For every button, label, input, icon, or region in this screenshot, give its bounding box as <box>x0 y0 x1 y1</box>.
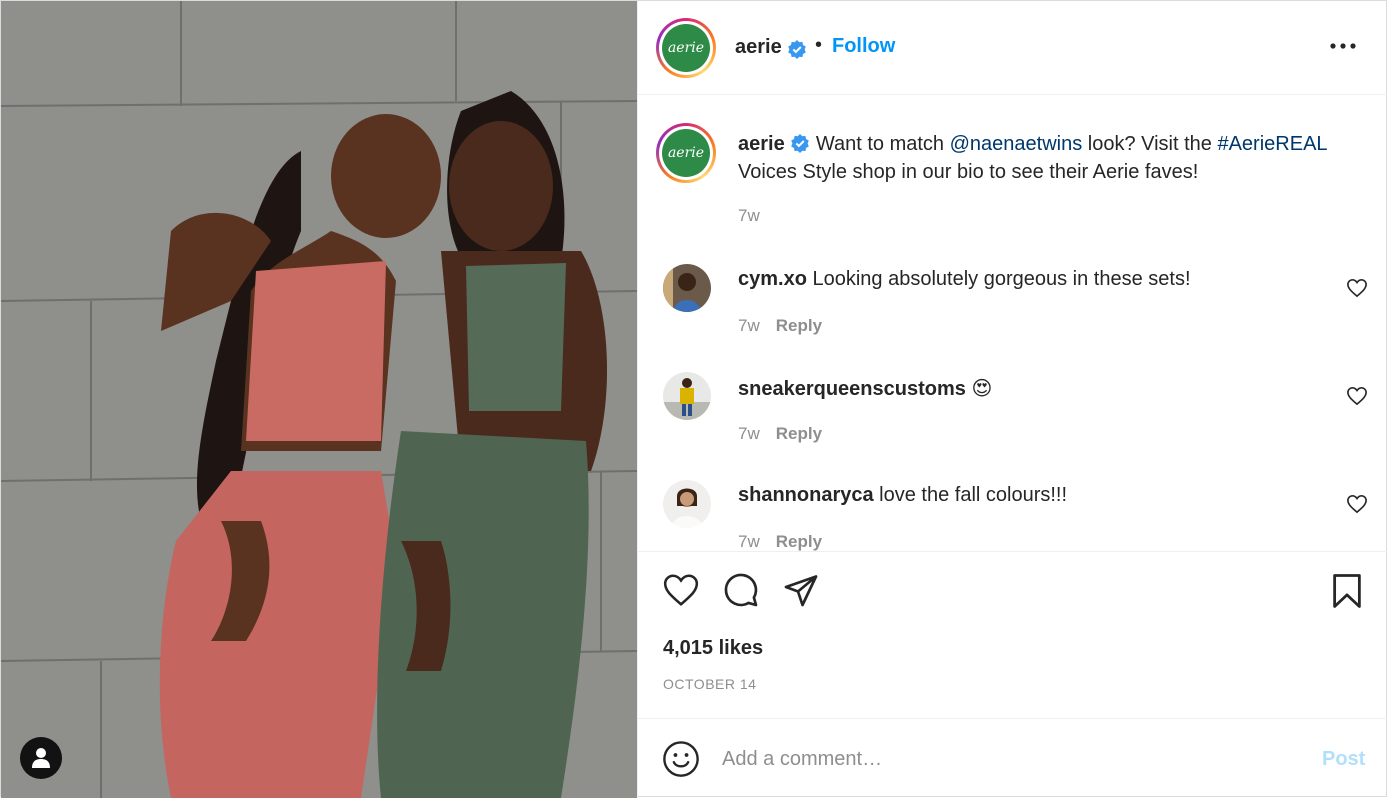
comment-text: sneakerqueenscustoms 😍 <box>738 376 992 401</box>
likes-count[interactable]: 4,015 likes <box>663 637 763 660</box>
comment-time[interactable]: 7w <box>738 532 760 551</box>
comment-username[interactable]: shannonaryca <box>738 484 874 506</box>
verified-badge-icon <box>791 133 810 153</box>
add-comment-bar: Post <box>638 718 1387 798</box>
bookmark-icon[interactable] <box>1330 572 1364 610</box>
heart-icon[interactable] <box>662 572 700 608</box>
tagged-users-button[interactable] <box>20 737 62 779</box>
comment-meta: 7w Reply <box>738 532 822 551</box>
emoji-icon[interactable] <box>662 740 700 778</box>
reply-button[interactable]: Reply <box>776 316 822 335</box>
reply-button[interactable]: Reply <box>776 424 822 443</box>
comments-list[interactable]: aerie aerie Want to match @naenaetwins l… <box>638 96 1387 551</box>
caption-time[interactable]: 7w <box>738 206 760 226</box>
post-side-panel: aerie aerie • Follow aerie aerie Want to… <box>637 1 1387 798</box>
mention-link[interactable]: @naenaetwins <box>950 133 1083 155</box>
comment-username[interactable]: cym.xo <box>738 268 807 290</box>
comment-like-icon[interactable] <box>1346 494 1368 514</box>
post-date[interactable]: OCTOBER 14 <box>663 676 756 692</box>
comment-username[interactable]: sneakerqueenscustoms <box>738 378 966 400</box>
commenter-avatar[interactable] <box>663 480 711 528</box>
comment-input[interactable] <box>722 739 1282 779</box>
share-icon[interactable] <box>783 572 819 608</box>
commenter-avatar[interactable] <box>663 264 711 312</box>
avatar-image <box>663 372 711 420</box>
post-header: aerie aerie • Follow <box>638 1 1387 95</box>
comment-time[interactable]: 7w <box>738 424 760 443</box>
comment-item: cym.xo Looking absolutely gorgeous in th… <box>638 264 1387 372</box>
caption-author-avatar[interactable]: aerie <box>656 123 716 183</box>
reply-button[interactable]: Reply <box>776 532 822 551</box>
comment-item: shannonaryca love the fall colours!!! 7w… <box>638 480 1387 551</box>
post-photo[interactable] <box>1 1 637 798</box>
comment-time[interactable]: 7w <box>738 316 760 335</box>
comment-body: Looking absolutely gorgeous in these set… <box>806 268 1191 290</box>
comment-body: love the fall colours!!! <box>873 484 1068 506</box>
comment-text: shannonaryca love the fall colours!!! <box>738 484 1067 507</box>
verified-badge-icon <box>788 40 806 59</box>
author-username[interactable]: aerie <box>735 36 782 59</box>
header-separator: • <box>815 34 823 56</box>
commenter-avatar[interactable] <box>663 372 711 420</box>
aerie-logo: aerie <box>662 129 710 177</box>
comment-meta: 7w Reply <box>738 316 822 336</box>
comment-meta: 7w Reply <box>738 424 822 444</box>
comment-item: sneakerqueenscustoms 😍 7w Reply <box>638 372 1387 480</box>
avatar-image <box>663 480 711 528</box>
post-dialog: aerie aerie • Follow aerie aerie Want to… <box>0 0 1387 798</box>
caption-text: aerie Want to match @naenaetwins look? V… <box>738 130 1358 186</box>
post-comment-button[interactable]: Post <box>1322 748 1365 771</box>
more-options-icon <box>1330 43 1356 49</box>
caption-body-1: Want to match <box>810 133 950 155</box>
comment-text: cym.xo Looking absolutely gorgeous in th… <box>738 268 1191 291</box>
caption-username[interactable]: aerie <box>738 133 785 155</box>
comment-like-icon[interactable] <box>1346 386 1368 406</box>
comment-like-icon[interactable] <box>1346 278 1368 298</box>
comment-body: 😍 <box>965 378 993 400</box>
comment-icon[interactable] <box>723 572 759 608</box>
photo-illustration <box>1 1 637 798</box>
follow-button[interactable]: Follow <box>832 35 895 58</box>
caption-body-3: Voices Style shop in our bio to see thei… <box>738 161 1199 183</box>
hashtag-link[interactable]: #AerieREAL <box>1217 133 1326 155</box>
post-actions: 4,015 likes OCTOBER 14 <box>638 551 1387 718</box>
author-avatar[interactable]: aerie <box>656 18 716 78</box>
aerie-logo: aerie <box>662 24 710 72</box>
caption-body-2: look? Visit the <box>1082 133 1218 155</box>
more-options-button[interactable] <box>1328 31 1358 61</box>
user-tag-icon <box>32 748 50 768</box>
avatar-image <box>663 264 711 312</box>
